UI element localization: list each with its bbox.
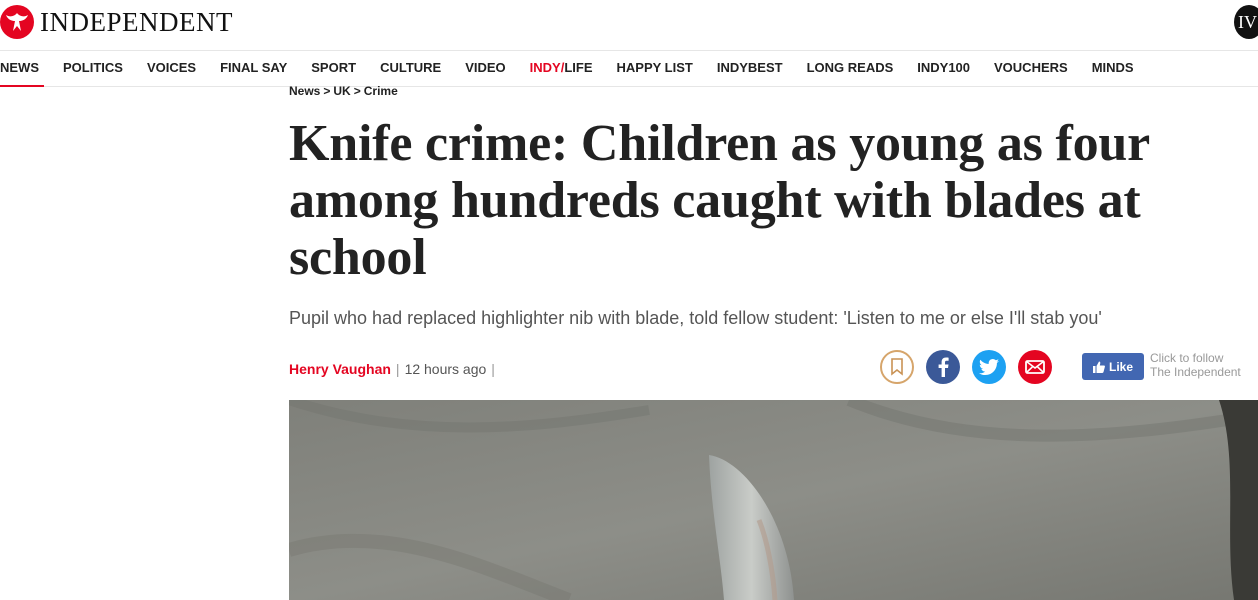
facebook-icon: [938, 357, 949, 377]
logo-wordmark: INDEPENDENT: [40, 6, 233, 37]
article-lead-image: [289, 400, 1258, 600]
email-icon: [1025, 360, 1045, 374]
nav-item-voices[interactable]: VOICES: [135, 51, 208, 86]
article-standfirst: Pupil who had replaced highlighter nib w…: [289, 308, 1102, 328]
email-share-button[interactable]: [1018, 350, 1052, 384]
article-byline: Henry Vaughan | 12 hours ago |: [289, 361, 500, 377]
bookmark-button[interactable]: [880, 350, 914, 384]
twitter-icon: [979, 359, 999, 375]
breadcrumb: News > UK > Crime: [289, 84, 398, 98]
nav-item-life-suffix: LIFE: [564, 60, 593, 75]
article-headline: Knife crime: Children as young as four a…: [289, 115, 1150, 286]
byline-separator: |: [395, 361, 400, 377]
bookmark-icon: [891, 358, 903, 376]
nav-item-vouchers[interactable]: VOUCHERS: [982, 51, 1080, 86]
nav-item-culture[interactable]: CULTURE: [368, 51, 453, 86]
breadcrumb-separator: >: [353, 84, 361, 98]
byline-separator: |: [491, 361, 495, 377]
breadcrumb-crime[interactable]: Crime: [364, 84, 398, 98]
nav-item-indy-prefix: INDY/: [529, 60, 565, 75]
nav-item-final-say[interactable]: FINAL SAY: [208, 51, 299, 86]
knife-photo-illustration: [289, 400, 1258, 600]
nav-item-long-reads[interactable]: LONG READS: [795, 51, 906, 86]
facebook-share-button[interactable]: [926, 350, 960, 384]
breadcrumb-news[interactable]: News: [289, 84, 320, 98]
follow-line-1: Click to follow: [1150, 351, 1224, 365]
nav-item-politics[interactable]: POLITICS: [51, 51, 135, 86]
nav-item-indybest[interactable]: INDYBEST: [705, 51, 795, 86]
nav-item-minds[interactable]: MINDS: [1080, 51, 1146, 86]
thumbs-up-icon: [1092, 361, 1105, 373]
indy-badge[interactable]: IV: [1234, 5, 1258, 39]
site-logo[interactable]: INDEPENDENT: [0, 5, 233, 39]
follow-line-2: The Independent: [1150, 365, 1241, 379]
author-link[interactable]: Henry Vaughan: [289, 361, 391, 377]
nav-item-happy-list[interactable]: HAPPY LIST: [605, 51, 705, 86]
breadcrumb-separator: >: [323, 84, 331, 98]
main-navigation: NEWS POLITICS VOICES FINAL SAY SPORT CUL…: [0, 50, 1258, 87]
nav-item-indy100[interactable]: INDY100: [905, 51, 982, 86]
eagle-logo-icon: [0, 5, 34, 39]
site-header: INDEPENDENT IV: [0, 0, 1258, 50]
nav-item-video[interactable]: VIDEO: [453, 51, 517, 86]
share-bar: [880, 350, 1064, 384]
nav-item-sport[interactable]: SPORT: [299, 51, 368, 86]
nav-item-news[interactable]: NEWS: [0, 51, 51, 87]
publish-time: 12 hours ago: [404, 361, 487, 377]
twitter-share-button[interactable]: [972, 350, 1006, 384]
nav-item-indy-life[interactable]: INDY/LIFE: [518, 51, 605, 86]
facebook-like-button[interactable]: Like: [1082, 353, 1144, 380]
like-label: Like: [1108, 359, 1133, 374]
follow-prompt: Click to follow The Independent: [1150, 351, 1241, 379]
breadcrumb-uk[interactable]: UK: [333, 84, 350, 98]
